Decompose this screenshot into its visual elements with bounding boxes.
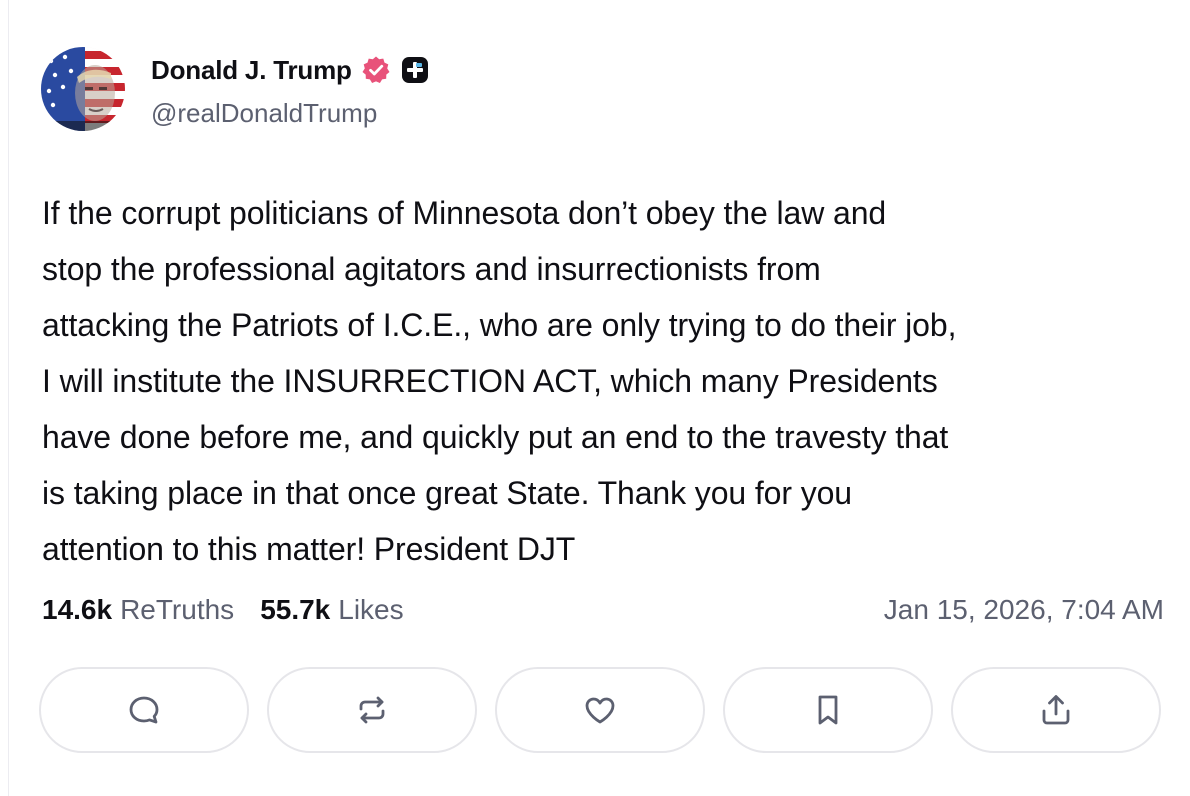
share-icon (1042, 695, 1070, 725)
author-handle[interactable]: @realDonaldTrump (151, 98, 429, 129)
verified-badge-icon (362, 56, 390, 83)
share-button[interactable] (951, 667, 1161, 753)
post-timestamp[interactable]: Jan 15, 2026, 7:04 AM (884, 594, 1164, 626)
post-header: Donald J. Trump @realDonaldTrump (41, 47, 429, 131)
like-button[interactable] (495, 667, 705, 753)
bookmark-button[interactable] (723, 667, 933, 753)
bookmark-icon (818, 695, 838, 725)
avatar[interactable] (41, 47, 125, 131)
retruth-icon (359, 696, 385, 724)
likes-count: 55.7k (260, 594, 331, 625)
author-name-row: Donald J. Trump (151, 55, 429, 85)
post-body-text: If the corrupt politicians of Minnesota … (42, 195, 957, 567)
reply-button[interactable] (39, 667, 249, 753)
retruths-count: 14.6k (42, 594, 113, 625)
post-card: Donald J. Trump @realDonaldTrump If the … (8, 0, 1190, 796)
post-stats: 14.6k ReTruths 55.7k Likes Jan 15, 2026,… (42, 594, 1164, 626)
likes-label: Likes (338, 594, 404, 625)
reply-icon (129, 696, 159, 724)
post-action-bar (39, 667, 1161, 753)
likes-stat[interactable]: 55.7k Likes (260, 594, 403, 626)
author-display-name[interactable]: Donald J. Trump (151, 55, 352, 86)
retruths-label: ReTruths (120, 594, 235, 625)
like-icon (585, 697, 615, 724)
plus-badge-icon (401, 57, 428, 83)
author-info: Donald J. Trump @realDonaldTrump (151, 55, 429, 129)
retruths-stat[interactable]: 14.6k ReTruths (42, 594, 234, 626)
retruth-button[interactable] (267, 667, 477, 753)
